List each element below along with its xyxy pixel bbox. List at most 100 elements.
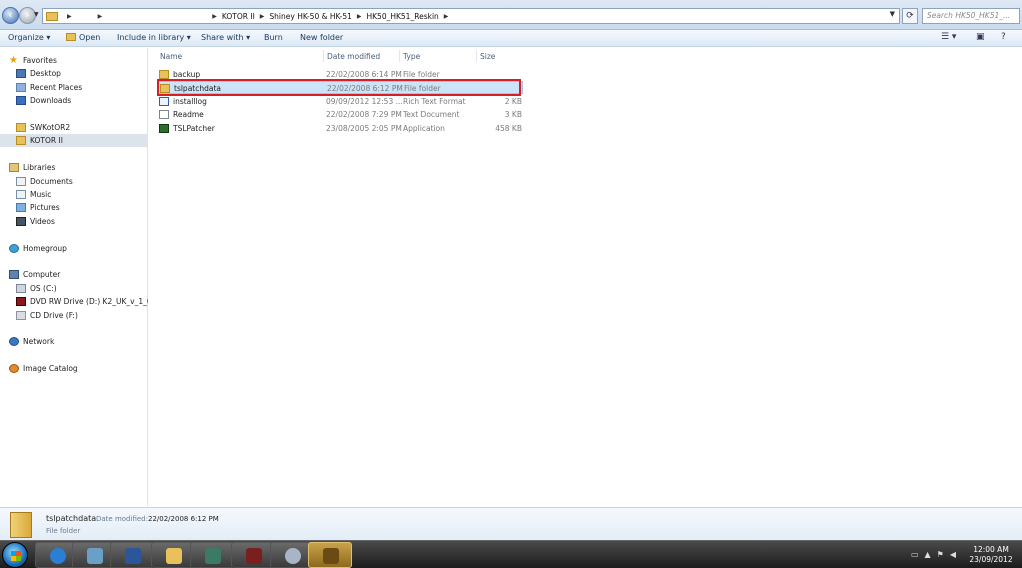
taskbar-game[interactable] [190,542,234,568]
nav-label: Documents [30,177,73,186]
folder-icon [16,136,26,145]
chevron-right-icon[interactable]: ▶ [98,13,103,20]
nav-cd-drive[interactable]: CD Drive (F:) [0,309,148,322]
file-type: Text Document [403,110,460,119]
nav-label: DVD RW Drive (D:) K2_UK_v_1_0_dsc [30,297,148,306]
nav-recent-places[interactable]: Recent Places [0,81,148,94]
taskbar-media[interactable] [231,542,275,568]
open-button[interactable]: Open [66,33,100,42]
nav-os-c[interactable]: OS (C:) [0,282,148,295]
search-input[interactable]: Search HK50_HK51_... [922,8,1020,24]
clock-date: 23/09/2012 [969,555,1013,564]
breadcrumb-reskin[interactable]: HK50_HK51_Reskin [367,12,439,21]
preview-pane-icon[interactable]: ▣ [976,32,985,42]
network-icon [9,337,19,346]
file-row-installlog[interactable]: installlog 09/09/2012 12:53 ... Rich Tex… [157,95,523,108]
chevron-right-icon[interactable]: ▶ [444,13,449,20]
recent-pages-dropdown[interactable]: ▼ [34,11,39,18]
music-icon [16,190,26,199]
nav-homegroup[interactable]: Homegroup [0,242,148,255]
column-name[interactable]: Name [160,52,182,61]
computer-icon [9,270,19,279]
pictures-icon [16,203,26,212]
downloads-icon [16,96,26,105]
hard-drive-icon [16,284,26,293]
nav-computer[interactable]: Computer [0,268,148,281]
address-dropdown-icon[interactable]: ▼ [890,10,895,18]
chevron-right-icon[interactable]: ▶ [67,13,72,20]
nav-label: CD Drive (F:) [30,311,78,320]
breadcrumb-kotor2[interactable]: KOTOR II [222,12,255,21]
back-button[interactable]: ‹ [2,7,19,24]
folder-icon [16,123,26,132]
nav-label: Downloads [30,96,72,105]
file-date: 22/02/2008 6:14 PM [326,70,402,79]
nav-videos[interactable]: Videos [0,215,148,228]
dvd-drive-icon [16,297,26,306]
start-button[interactable] [2,542,28,568]
file-row-readme[interactable]: Readme 22/02/2008 7:29 PM Text Document … [157,108,523,121]
new-folder-button[interactable]: New folder [300,33,343,42]
nav-libraries[interactable]: Libraries [0,161,148,174]
refresh-button[interactable]: ⟳ [902,8,918,24]
nav-image-catalog[interactable]: Image Catalog [0,362,148,375]
nav-desktop[interactable]: Desktop [0,67,148,80]
clock[interactable]: 12:00 AM 23/09/2012 [964,545,1018,565]
chevron-right-icon[interactable]: ▶ [260,13,265,20]
nav-label: KOTOR II [30,136,63,145]
nav-documents[interactable]: Documents [0,175,148,188]
cd-drive-icon [16,311,26,320]
help-icon[interactable]: ? [1001,32,1006,42]
taskbar-explorer[interactable] [151,542,195,568]
nav-music[interactable]: Music [0,188,148,201]
view-options-icon[interactable]: ☰ ▾ [941,32,956,42]
taskbar-active-app[interactable] [308,542,352,568]
share-with-button[interactable]: Share with ▾ [201,33,250,42]
column-date-modified[interactable]: Date modified [327,52,380,61]
column-divider[interactable] [399,50,400,62]
nav-pictures[interactable]: Pictures [0,201,148,214]
organize-button[interactable]: Organize ▾ [8,33,50,42]
text-document-icon [159,110,169,119]
file-type: File folder [403,70,440,79]
crumb-redacted[interactable] [107,11,208,21]
system-tray-icons[interactable]: ▭▲⚑◀ [911,550,962,559]
details-date-label: Date modified: [96,515,148,523]
column-size[interactable]: Size [480,52,495,61]
nav-label: Recent Places [30,83,83,92]
include-in-library-button[interactable]: Include in library ▾ [117,33,191,42]
open-icon [66,33,76,41]
breadcrumb-shiney[interactable]: Shiney HK-50 & HK-51 [269,12,351,21]
desktop-icon [16,69,26,78]
details-name: tslpatchdata [46,514,97,523]
details-date-value: 22/02/2008 6:12 PM [148,515,219,523]
explorer-folder-icon [166,548,182,564]
column-divider[interactable] [476,50,477,62]
internet-explorer-icon [50,548,66,564]
word-icon [125,548,141,564]
nav-kotor2[interactable]: KOTOR II [0,134,148,147]
column-divider[interactable] [323,50,324,62]
address-box[interactable]: ▶ ▶ ▶ KOTOR II ▶ Shiney HK-50 & HK-51 ▶ … [42,8,900,24]
column-type[interactable]: Type [403,52,420,61]
nav-label: Pictures [30,203,60,212]
burn-button[interactable]: Burn [264,33,283,42]
taskbar-word[interactable] [110,542,154,568]
nav-label: Network [23,337,55,346]
nav-label: Favorites [23,56,57,65]
nav-downloads[interactable]: Downloads [0,94,148,107]
command-bar: Organize ▾ Open Include in library ▾ Sha… [0,30,1022,47]
chevron-right-icon[interactable]: ▶ [357,13,362,20]
nav-network[interactable]: Network [0,335,148,348]
file-type: Rich Text Format [403,97,466,106]
nav-label: Videos [30,217,55,226]
file-row-tslpatcher[interactable]: TSLPatcher 23/08/2005 2:05 PM Applicatio… [157,122,523,135]
nav-favorites[interactable]: ★ Favorites [0,54,148,67]
nav-swkotor2[interactable]: SWKotOR2 [0,121,148,134]
nav-label: Computer [23,270,61,279]
chevron-right-icon[interactable]: ▶ [212,13,217,20]
crumb-redacted[interactable] [76,11,93,21]
file-size: 2 KB [504,97,522,106]
documents-icon [16,177,26,186]
nav-dvd-drive[interactable]: DVD RW Drive (D:) K2_UK_v_1_0_dsc [0,295,148,308]
